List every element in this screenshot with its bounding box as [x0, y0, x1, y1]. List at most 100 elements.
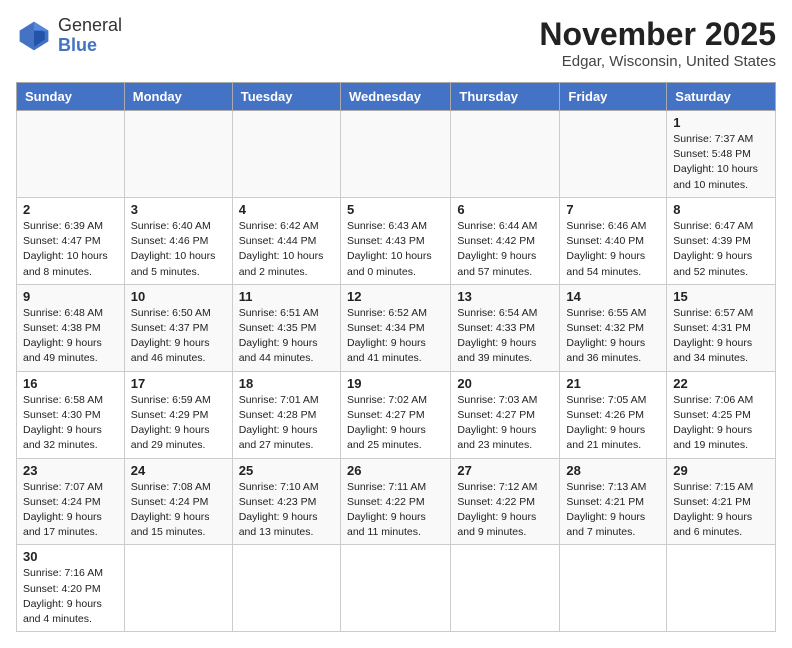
day-info: Sunrise: 7:01 AM Sunset: 4:28 PM Dayligh… [239, 393, 334, 454]
day-info: Sunrise: 7:37 AM Sunset: 5:48 PM Dayligh… [673, 132, 769, 193]
day-number: 8 [673, 202, 769, 217]
day-info: Sunrise: 6:48 AM Sunset: 4:38 PM Dayligh… [23, 306, 118, 367]
day-number: 2 [23, 202, 118, 217]
weekday-header-monday: Monday [124, 83, 232, 111]
calendar-cell [560, 111, 667, 198]
day-info: Sunrise: 6:54 AM Sunset: 4:33 PM Dayligh… [457, 306, 553, 367]
calendar-cell: 11Sunrise: 6:51 AM Sunset: 4:35 PM Dayli… [232, 284, 340, 371]
day-number: 23 [23, 463, 118, 478]
day-info: Sunrise: 7:12 AM Sunset: 4:22 PM Dayligh… [457, 480, 553, 541]
day-number: 25 [239, 463, 334, 478]
day-info: Sunrise: 7:10 AM Sunset: 4:23 PM Dayligh… [239, 480, 334, 541]
weekday-header-tuesday: Tuesday [232, 83, 340, 111]
calendar-cell: 9 Sunrise: 6:48 AM Sunset: 4:38 PM Daylig… [17, 284, 125, 371]
calendar-cell: 22 Sunrise: 7:06 AM Sunset: 4:25 PM Dayli… [667, 371, 776, 458]
day-number: 13 [457, 289, 553, 304]
day-number: 28 [566, 463, 660, 478]
day-info: Sunrise: 7:15 AM Sunset: 4:21 PM Dayligh… [673, 480, 769, 541]
calendar-cell [340, 545, 450, 632]
day-info: Sunrise: 6:50 AM Sunset: 4:37 PM Dayligh… [131, 306, 226, 367]
calendar-cell: 10 Sunrise: 6:50 AM Sunset: 4:37 PM Dayli… [124, 284, 232, 371]
day-info: Sunrise: 6:46 AM Sunset: 4:40 PM Dayligh… [566, 219, 660, 280]
calendar-week-row: 30Sunrise: 7:16 AM Sunset: 4:20 PM Dayli… [17, 545, 776, 632]
calendar-cell: 30Sunrise: 7:16 AM Sunset: 4:20 PM Dayli… [17, 545, 125, 632]
day-info: Sunrise: 6:44 AM Sunset: 4:42 PM Dayligh… [457, 219, 553, 280]
logo-line2: Blue [58, 36, 122, 56]
weekday-header-friday: Friday [560, 83, 667, 111]
calendar-cell [124, 111, 232, 198]
calendar-cell: 29 Sunrise: 7:15 AM Sunset: 4:21 PM Dayli… [667, 458, 776, 545]
calendar-cell: 17 Sunrise: 6:59 AM Sunset: 4:29 PM Dayli… [124, 371, 232, 458]
calendar-cell: 24Sunrise: 7:08 AM Sunset: 4:24 PM Dayli… [124, 458, 232, 545]
day-info: Sunrise: 7:13 AM Sunset: 4:21 PM Dayligh… [566, 480, 660, 541]
day-number: 26 [347, 463, 444, 478]
day-number: 29 [673, 463, 769, 478]
day-number: 3 [131, 202, 226, 217]
day-info: Sunrise: 6:42 AM Sunset: 4:44 PM Dayligh… [239, 219, 334, 280]
weekday-header-thursday: Thursday [451, 83, 560, 111]
calendar-cell: 16 Sunrise: 6:58 AM Sunset: 4:30 PM Dayli… [17, 371, 125, 458]
calendar-cell: 19 Sunrise: 7:02 AM Sunset: 4:27 PM Dayli… [340, 371, 450, 458]
location-title: Edgar, Wisconsin, United States [539, 53, 776, 70]
calendar-week-row: 1Sunrise: 7:37 AM Sunset: 5:48 PM Daylig… [17, 111, 776, 198]
day-info: Sunrise: 7:03 AM Sunset: 4:27 PM Dayligh… [457, 393, 553, 454]
day-number: 27 [457, 463, 553, 478]
day-number: 18 [239, 376, 334, 391]
calendar-cell: 13 Sunrise: 6:54 AM Sunset: 4:33 PM Dayli… [451, 284, 560, 371]
logo: General Blue [16, 16, 122, 56]
calendar-cell [340, 111, 450, 198]
day-info: Sunrise: 6:52 AM Sunset: 4:34 PM Dayligh… [347, 306, 444, 367]
day-number: 15 [673, 289, 769, 304]
day-number: 4 [239, 202, 334, 217]
day-number: 16 [23, 376, 118, 391]
calendar-cell: 4 Sunrise: 6:42 AM Sunset: 4:44 PM Daylig… [232, 197, 340, 284]
weekday-header-sunday: Sunday [17, 83, 125, 111]
calendar-cell: 7 Sunrise: 6:46 AM Sunset: 4:40 PM Daylig… [560, 197, 667, 284]
day-number: 11 [239, 289, 334, 304]
calendar-cell [232, 545, 340, 632]
day-info: Sunrise: 6:47 AM Sunset: 4:39 PM Dayligh… [673, 219, 769, 280]
logo-text: General Blue [58, 16, 122, 56]
day-number: 19 [347, 376, 444, 391]
day-number: 14 [566, 289, 660, 304]
day-number: 7 [566, 202, 660, 217]
day-info: Sunrise: 7:05 AM Sunset: 4:26 PM Dayligh… [566, 393, 660, 454]
calendar-week-row: 16 Sunrise: 6:58 AM Sunset: 4:30 PM Dayli… [17, 371, 776, 458]
calendar-table: SundayMondayTuesdayWednesdayThursdayFrid… [16, 82, 776, 632]
day-number: 9 [23, 289, 118, 304]
day-info: Sunrise: 6:59 AM Sunset: 4:29 PM Dayligh… [131, 393, 226, 454]
calendar-cell: 3 Sunrise: 6:40 AM Sunset: 4:46 PM Daylig… [124, 197, 232, 284]
calendar-cell [560, 545, 667, 632]
day-info: Sunrise: 7:08 AM Sunset: 4:24 PM Dayligh… [131, 480, 226, 541]
calendar-cell: 15Sunrise: 6:57 AM Sunset: 4:31 PM Dayli… [667, 284, 776, 371]
calendar-cell [451, 545, 560, 632]
calendar-cell: 2Sunrise: 6:39 AM Sunset: 4:47 PM Daylig… [17, 197, 125, 284]
calendar-cell: 8 Sunrise: 6:47 AM Sunset: 4:39 PM Daylig… [667, 197, 776, 284]
day-number: 21 [566, 376, 660, 391]
calendar-title-area: November 2025 Edgar, Wisconsin, United S… [539, 16, 776, 70]
calendar-cell: 25 Sunrise: 7:10 AM Sunset: 4:23 PM Dayli… [232, 458, 340, 545]
weekday-header-saturday: Saturday [667, 83, 776, 111]
calendar-cell: 14 Sunrise: 6:55 AM Sunset: 4:32 PM Dayli… [560, 284, 667, 371]
calendar-cell: 5Sunrise: 6:43 AM Sunset: 4:43 PM Daylig… [340, 197, 450, 284]
day-info: Sunrise: 6:58 AM Sunset: 4:30 PM Dayligh… [23, 393, 118, 454]
day-info: Sunrise: 6:43 AM Sunset: 4:43 PM Dayligh… [347, 219, 444, 280]
logo-line1: General [58, 16, 122, 36]
calendar-cell: 12Sunrise: 6:52 AM Sunset: 4:34 PM Dayli… [340, 284, 450, 371]
calendar-week-row: 23Sunrise: 7:07 AM Sunset: 4:24 PM Dayli… [17, 458, 776, 545]
day-number: 17 [131, 376, 226, 391]
day-info: Sunrise: 6:55 AM Sunset: 4:32 PM Dayligh… [566, 306, 660, 367]
calendar-cell [232, 111, 340, 198]
day-info: Sunrise: 7:02 AM Sunset: 4:27 PM Dayligh… [347, 393, 444, 454]
day-number: 10 [131, 289, 226, 304]
calendar-cell: 18 Sunrise: 7:01 AM Sunset: 4:28 PM Dayli… [232, 371, 340, 458]
month-title: November 2025 [539, 16, 776, 53]
day-info: Sunrise: 7:11 AM Sunset: 4:22 PM Dayligh… [347, 480, 444, 541]
calendar-cell: 1Sunrise: 7:37 AM Sunset: 5:48 PM Daylig… [667, 111, 776, 198]
day-info: Sunrise: 7:06 AM Sunset: 4:25 PM Dayligh… [673, 393, 769, 454]
calendar-cell: 27 Sunrise: 7:12 AM Sunset: 4:22 PM Dayli… [451, 458, 560, 545]
day-info: Sunrise: 6:40 AM Sunset: 4:46 PM Dayligh… [131, 219, 226, 280]
day-number: 20 [457, 376, 553, 391]
day-number: 22 [673, 376, 769, 391]
calendar-cell [124, 545, 232, 632]
